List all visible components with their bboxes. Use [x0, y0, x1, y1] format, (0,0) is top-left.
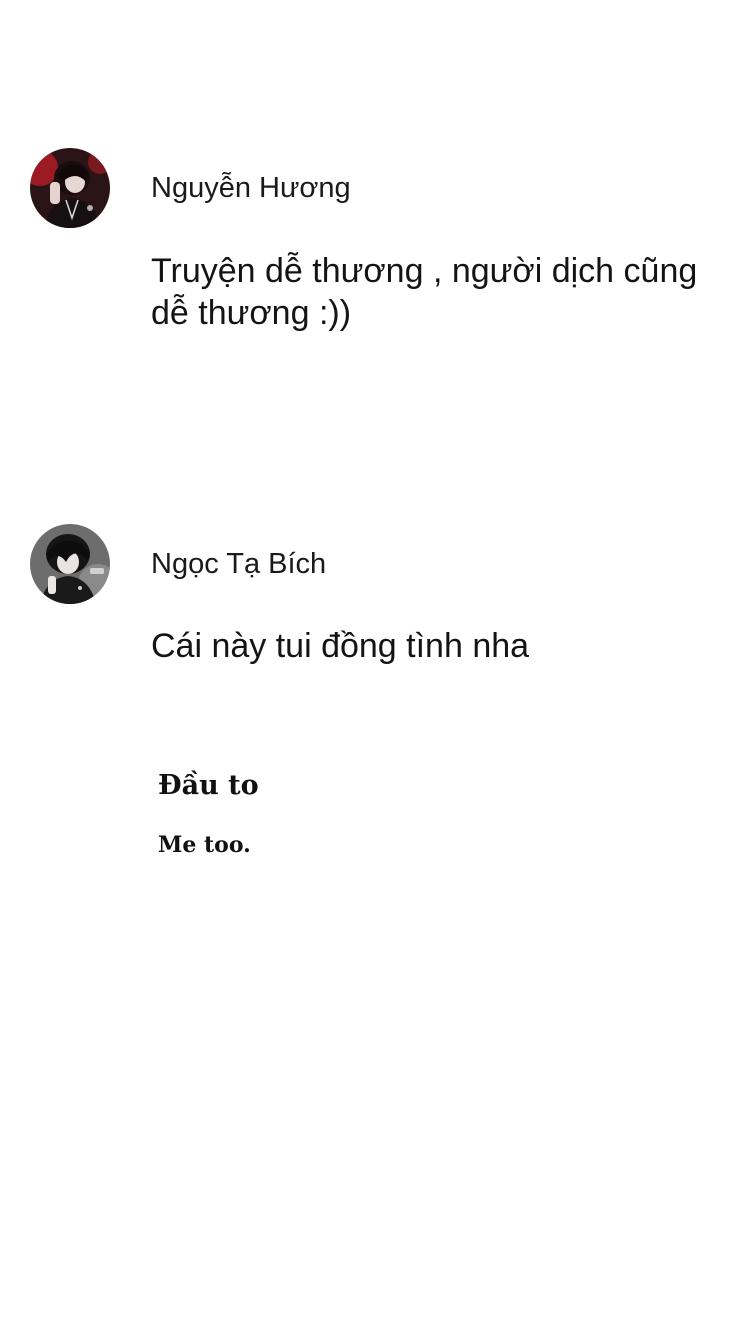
comment-author[interactable]: Nguyễn Hương — [151, 171, 351, 205]
comment-text: Truyện dễ thương , người dịch cũng dễ th… — [151, 252, 698, 332]
user-avatar[interactable] — [30, 524, 110, 604]
comment-author[interactable]: Ngọc Tạ Bích — [151, 547, 326, 581]
reply-author: Đầu to — [158, 770, 259, 801]
comment-text: Cái này tui đồng tình nha — [151, 627, 530, 665]
user-avatar[interactable] — [30, 148, 110, 228]
avatar-image-icon — [30, 524, 110, 604]
reply-text: Me too. — [158, 832, 251, 858]
avatar-image-icon — [30, 148, 110, 228]
